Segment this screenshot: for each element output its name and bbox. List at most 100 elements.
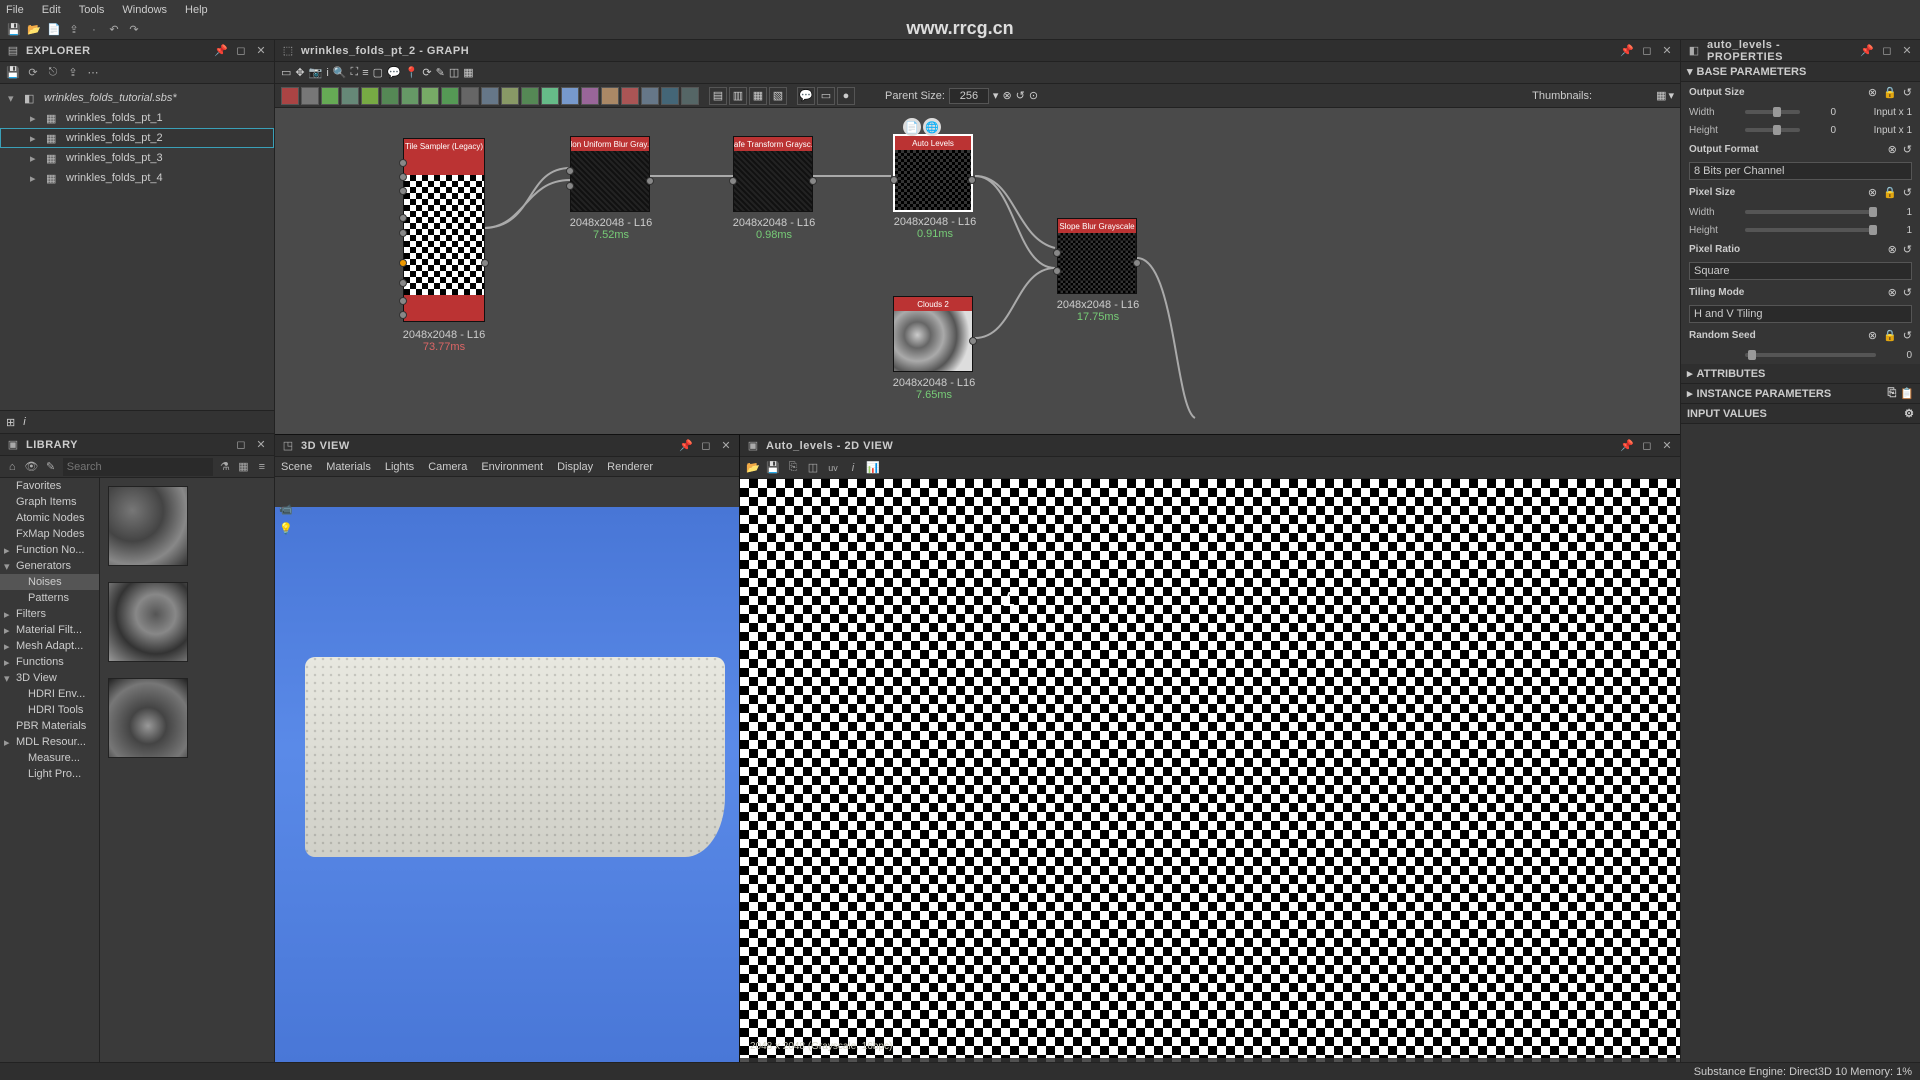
close-icon[interactable]: ✕ (719, 439, 733, 453)
lock-icon[interactable]: 🔒 (1883, 86, 1897, 99)
expand-icon[interactable]: ▸ (4, 544, 12, 557)
light-icon[interactable]: 💡 (279, 522, 293, 535)
node-pin-out[interactable] (1133, 259, 1141, 267)
node-pin-in[interactable] (399, 279, 407, 287)
pin-icon[interactable]: ● (837, 87, 855, 105)
copy-icon[interactable]: ⎘ (1887, 387, 1896, 400)
library-category[interactable]: ▸Functions (0, 654, 99, 670)
tree-item[interactable]: ▸ ▦ wrinkles_folds_pt_1 (0, 108, 274, 128)
output-gray-icon[interactable]: ▥ (729, 87, 747, 105)
export-icon[interactable]: ⇪ (66, 66, 80, 80)
library-thumb[interactable] (108, 582, 188, 662)
node-pin-out[interactable] (969, 337, 977, 345)
library-category[interactable]: Atomic Nodes (0, 510, 99, 526)
atomic-channels-icon[interactable] (481, 87, 499, 105)
list-icon[interactable]: ≡ (256, 460, 268, 474)
pin-icon[interactable]: 📌 (679, 439, 693, 453)
link-icon[interactable]: ⎋ (46, 66, 60, 80)
output-format-dropdown[interactable]: 8 Bits per Channel (1689, 162, 1912, 180)
reset-icon[interactable]: ↺ (1903, 286, 1912, 299)
library-category[interactable]: ▸Material Filt... (0, 622, 99, 638)
atomic-warp-icon[interactable] (441, 87, 459, 105)
brush-icon[interactable]: ✎ (436, 66, 445, 79)
select-icon[interactable]: ▭ (281, 66, 291, 79)
collapse-icon[interactable]: ▾ (8, 92, 18, 105)
reset-icon[interactable]: ↺ (1016, 89, 1025, 102)
atomic-sharpen-icon[interactable] (381, 87, 399, 105)
atomic-normal-icon[interactable] (501, 87, 519, 105)
zoom-icon[interactable]: 🔍 (333, 66, 347, 79)
node-tile-sampler[interactable]: Tile Sampler (Legacy) 2048x2048 - L16 73… (403, 138, 485, 322)
view3d-menu-environment[interactable]: Environment (481, 461, 543, 473)
view3d-menu-camera[interactable]: Camera (428, 461, 467, 473)
pin-icon[interactable]: 📌 (1620, 44, 1634, 58)
node-pin-in[interactable] (399, 173, 407, 181)
node-pin-in[interactable] (729, 177, 737, 185)
gear-icon[interactable]: ⚙ (1904, 407, 1914, 420)
reset-icon[interactable]: ↺ (1903, 186, 1912, 199)
link-icon[interactable]: ⊗ (1002, 89, 1011, 102)
input-icon[interactable]: ▧ (769, 87, 787, 105)
library-category[interactable]: PBR Materials (0, 718, 99, 734)
library-category[interactable]: Light Pro... (0, 766, 99, 782)
lock-icon[interactable]: 🔒 (1883, 329, 1897, 342)
pixel-ratio-dropdown[interactable]: Square (1689, 262, 1912, 280)
info-icon[interactable]: i (326, 67, 328, 79)
node-slope-blur[interactable]: Slope Blur Grayscale 2048x2048 - L16 17.… (1057, 218, 1137, 294)
info-icon[interactable]: i (846, 461, 860, 475)
reset-icon[interactable]: ↺ (1903, 86, 1912, 99)
fit-icon[interactable]: ⛶ (350, 66, 358, 79)
node-badge-icon[interactable]: 🌐 (923, 118, 941, 136)
lock-icon[interactable]: 🔒 (1883, 186, 1897, 199)
node-pin-in[interactable] (399, 159, 407, 167)
library-category[interactable]: Patterns (0, 590, 99, 606)
atomic-dirblur-icon[interactable] (421, 87, 439, 105)
node-pin-in[interactable] (399, 214, 407, 222)
expand-icon[interactable]: ▸ (30, 132, 40, 145)
edit-icon[interactable]: ✎ (44, 460, 56, 474)
expand-icon[interactable]: ▸ (4, 624, 12, 637)
library-category[interactable]: ▸MDL Resour... (0, 734, 99, 750)
node-pin-in[interactable] (890, 176, 898, 184)
width-slider[interactable] (1745, 110, 1800, 114)
library-category[interactable]: ▾Generators (0, 558, 99, 574)
library-category[interactable]: FxMap Nodes (0, 526, 99, 542)
close-icon[interactable]: ✕ (1900, 44, 1914, 58)
output-color-icon[interactable]: ▤ (709, 87, 727, 105)
camera-icon[interactable]: 📷 (309, 66, 323, 79)
chevron-down-icon[interactable]: ▾ (1668, 89, 1674, 102)
split-icon[interactable]: ◫ (806, 461, 820, 475)
node-pin-in[interactable] (399, 297, 407, 305)
open-icon[interactable]: 📂 (746, 461, 760, 475)
maximize-icon[interactable]: ◻ (1640, 439, 1654, 453)
link-icon[interactable]: ⊗ (1868, 329, 1877, 342)
redo-icon[interactable]: ↷ (126, 22, 142, 38)
link-icon[interactable]: ⊗ (1888, 286, 1897, 299)
menu-edit[interactable]: Edit (42, 4, 61, 16)
node-pin-out[interactable] (809, 177, 817, 185)
save-icon[interactable]: 💾 (6, 66, 20, 80)
chevron-down-icon[interactable]: ▾ (993, 89, 999, 102)
refresh-icon[interactable]: ⟳ (422, 66, 431, 79)
reset-icon[interactable]: ↺ (1903, 143, 1912, 156)
atomic-pixel-icon[interactable] (681, 87, 699, 105)
library-category[interactable]: ▾3D View (0, 670, 99, 686)
maximize-icon[interactable]: ◻ (234, 438, 248, 452)
seed-slider[interactable] (1745, 353, 1876, 357)
maximize-icon[interactable]: ◻ (234, 44, 248, 58)
library-category[interactable]: ▸Filters (0, 606, 99, 622)
atomic-hsl-icon[interactable] (541, 87, 559, 105)
export-icon[interactable]: ⇪ (66, 22, 82, 38)
expand-icon[interactable]: ▸ (30, 152, 40, 165)
frame-icon[interactable]: ▭ (817, 87, 835, 105)
align-icon[interactable]: ≡ (362, 67, 368, 79)
pixel-width-slider[interactable] (1745, 210, 1876, 214)
view2d-canvas[interactable]: 2048 x 2048 (Grayscale, 16bpc) ▦ ⊞ ◈ ◐ ●… (740, 479, 1680, 1080)
node-pin-in[interactable] (566, 167, 574, 175)
atomic-bitmap-icon[interactable] (641, 87, 659, 105)
atomic-emboss-icon[interactable] (561, 87, 579, 105)
node-pin-in[interactable] (399, 187, 407, 195)
node-pin-out[interactable] (646, 177, 654, 185)
node-safe-transform[interactable]: Safe Transform Graysc... 2048x2048 - L16… (733, 136, 813, 212)
expand-icon[interactable]: ▸ (4, 736, 12, 749)
